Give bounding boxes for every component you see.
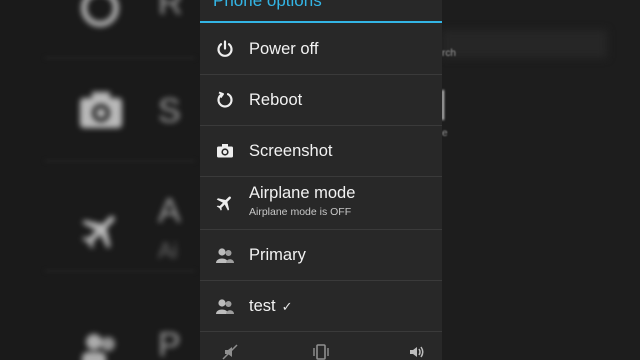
airplane-mode-label: Airplane mode (249, 184, 356, 202)
user-icon (215, 296, 235, 316)
background-left: R S A Ai P (0, 0, 200, 360)
airplane-mode-item[interactable]: Airplane mode Airplane mode is OFF (200, 177, 442, 229)
title-divider (200, 21, 442, 23)
bg-text: S (158, 92, 181, 130)
reboot-item[interactable]: Reboot (200, 75, 442, 125)
screenshot-label: Screenshot (249, 141, 333, 160)
bg-power-icon (78, 0, 122, 35)
user-primary-item[interactable]: Primary (200, 230, 442, 280)
background-right: rch e (442, 0, 640, 360)
user-test-label: test ✓ (249, 297, 293, 316)
bg-user-icon (78, 328, 124, 360)
bg-text: R (158, 0, 183, 22)
user-test-item[interactable]: test ✓ (200, 281, 442, 331)
bg-text: P (158, 326, 181, 360)
power-off-label: Power off (249, 39, 319, 58)
phone-options-dialog: Phone options Power off Reboot Screensho… (200, 0, 442, 360)
screenshot-item[interactable]: Screenshot (200, 126, 442, 176)
bg-text-fragment: e (442, 128, 448, 139)
bg-divider (45, 160, 195, 162)
user-test-name: test (249, 296, 276, 315)
dialog-title: Phone options (213, 0, 322, 10)
user-icon (215, 245, 235, 265)
user-primary-label: Primary (249, 245, 306, 264)
bg-edge (442, 90, 444, 120)
reboot-icon (215, 90, 235, 110)
bg-divider (45, 57, 195, 59)
bg-divider (45, 270, 195, 272)
sound-mode-bar (200, 344, 442, 360)
silent-icon[interactable] (222, 344, 238, 360)
airplane-mode-status: Airplane mode is OFF (249, 206, 352, 218)
item-divider (200, 331, 442, 332)
bg-camera-icon (78, 90, 124, 135)
camera-icon (215, 141, 235, 161)
bg-airplane-icon (78, 208, 124, 259)
sound-icon[interactable] (408, 344, 426, 360)
bg-bar (442, 30, 607, 58)
checkmark-icon: ✓ (281, 298, 293, 314)
power-icon (215, 39, 235, 59)
reboot-label: Reboot (249, 90, 303, 109)
bg-search-text: rch (442, 48, 456, 59)
airplane-icon (215, 193, 235, 213)
bg-subtext: Ai (158, 238, 178, 263)
power-off-item[interactable]: Power off (200, 24, 442, 74)
bg-text: A (158, 192, 181, 230)
vibrate-icon[interactable] (312, 344, 330, 360)
